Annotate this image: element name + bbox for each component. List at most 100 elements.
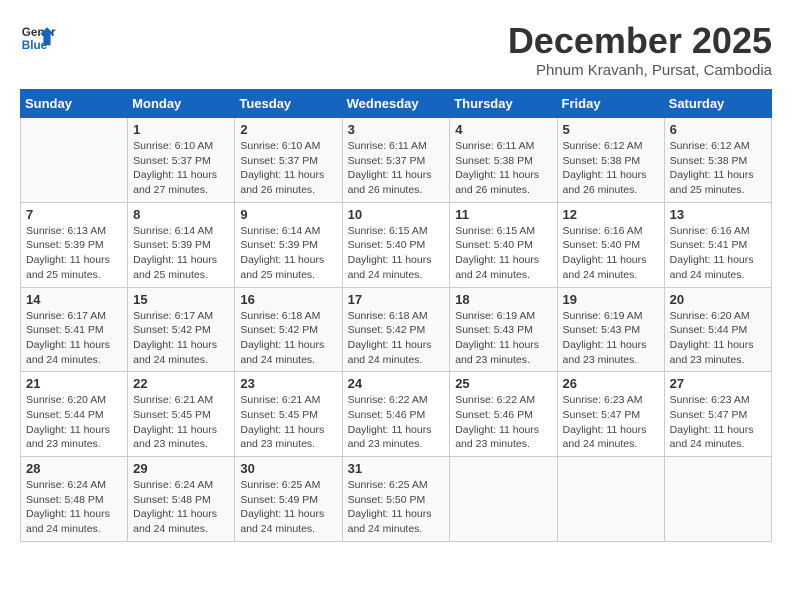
day-info: Sunrise: 6:12 AMSunset: 5:38 PMDaylight:… [670,139,766,198]
day-number: 8 [133,207,229,222]
day-info: Sunrise: 6:25 AMSunset: 5:49 PMDaylight:… [240,478,336,537]
day-number: 18 [455,292,551,307]
header-wednesday: Wednesday [342,90,450,118]
day-number: 19 [563,292,659,307]
day-number: 23 [240,376,336,391]
calendar-cell: 10 Sunrise: 6:15 AMSunset: 5:40 PMDayligh… [342,202,450,287]
day-number: 14 [26,292,122,307]
logo: General Blue [20,20,56,56]
calendar-cell: 25Sunrise: 6:22 AMSunset: 5:46 PMDayligh… [450,372,557,457]
calendar-cell [557,457,664,542]
calendar-week-row: 1 Sunrise: 6:10 AMSunset: 5:37 PMDaylight… [21,118,772,203]
day-info: Sunrise: 6:20 AMSunset: 5:44 PMDaylight:… [670,309,766,368]
calendar-cell: 26Sunrise: 6:23 AMSunset: 5:47 PMDayligh… [557,372,664,457]
day-number: 30 [240,461,336,476]
day-info: Sunrise: 6:11 AMSunset: 5:38 PMDaylight:… [455,139,551,198]
calendar-week-row: 7 Sunrise: 6:13 AMSunset: 5:39 PMDaylight… [21,202,772,287]
day-number: 2 [240,122,336,137]
day-info: Sunrise: 6:15 AMSunset: 5:40 PMDaylight:… [348,224,445,283]
day-info: Sunrise: 6:18 AMSunset: 5:42 PMDaylight:… [348,309,445,368]
day-info: Sunrise: 6:10 AMSunset: 5:37 PMDaylight:… [240,139,336,198]
day-number: 5 [563,122,659,137]
calendar-cell: 12Sunrise: 6:16 AMSunset: 5:40 PMDayligh… [557,202,664,287]
calendar-cell: 14 Sunrise: 6:17 AMSunset: 5:41 PMDayligh… [21,287,128,372]
day-info: Sunrise: 6:22 AMSunset: 5:46 PMDaylight:… [348,393,445,452]
day-number: 27 [670,376,766,391]
day-info: Sunrise: 6:19 AMSunset: 5:43 PMDaylight:… [563,309,659,368]
day-info: Sunrise: 6:10 AMSunset: 5:37 PMDaylight:… [133,139,229,198]
calendar-cell: 5 Sunrise: 6:12 AMSunset: 5:38 PMDaylight… [557,118,664,203]
day-info: Sunrise: 6:25 AMSunset: 5:50 PMDaylight:… [348,478,445,537]
header-tuesday: Tuesday [235,90,342,118]
day-info: Sunrise: 6:12 AMSunset: 5:38 PMDaylight:… [563,139,659,198]
day-info: Sunrise: 6:22 AMSunset: 5:46 PMDaylight:… [455,393,551,452]
day-info: Sunrise: 6:11 AMSunset: 5:37 PMDaylight:… [348,139,445,198]
location-subtitle: Phnum Kravanh, Pursat, Cambodia [508,62,772,79]
day-info: Sunrise: 6:18 AMSunset: 5:42 PMDaylight:… [240,309,336,368]
calendar-cell: 9 Sunrise: 6:14 AMSunset: 5:39 PMDaylight… [235,202,342,287]
calendar-cell [450,457,557,542]
day-info: Sunrise: 6:16 AMSunset: 5:40 PMDaylight:… [563,224,659,283]
day-info: Sunrise: 6:13 AMSunset: 5:39 PMDaylight:… [26,224,122,283]
day-number: 7 [26,207,122,222]
page-header: General Blue December 2025 Phnum Kravanh… [20,20,772,79]
calendar-cell: 21 Sunrise: 6:20 AMSunset: 5:44 PMDayligh… [21,372,128,457]
calendar-cell: 17 Sunrise: 6:18 AMSunset: 5:42 PMDayligh… [342,287,450,372]
calendar-cell: 8 Sunrise: 6:14 AMSunset: 5:39 PMDaylight… [128,202,235,287]
calendar-cell: 3 Sunrise: 6:11 AMSunset: 5:37 PMDaylight… [342,118,450,203]
calendar-week-row: 21 Sunrise: 6:20 AMSunset: 5:44 PMDayligh… [21,372,772,457]
header-monday: Monday [128,90,235,118]
calendar-cell: 7 Sunrise: 6:13 AMSunset: 5:39 PMDaylight… [21,202,128,287]
day-number: 28 [26,461,122,476]
day-number: 15 [133,292,229,307]
calendar-cell: 11Sunrise: 6:15 AMSunset: 5:40 PMDayligh… [450,202,557,287]
day-number: 16 [240,292,336,307]
calendar-cell: 22 Sunrise: 6:21 AMSunset: 5:45 PMDayligh… [128,372,235,457]
day-info: Sunrise: 6:14 AMSunset: 5:39 PMDaylight:… [133,224,229,283]
day-number: 17 [348,292,445,307]
calendar-cell: 13 Sunrise: 6:16 AMSunset: 5:41 PMDayligh… [664,202,771,287]
day-info: Sunrise: 6:17 AMSunset: 5:41 PMDaylight:… [26,309,122,368]
month-title: December 2025 [508,20,772,62]
day-number: 20 [670,292,766,307]
calendar-table: SundayMondayTuesdayWednesdayThursdayFrid… [20,89,772,542]
day-info: Sunrise: 6:17 AMSunset: 5:42 PMDaylight:… [133,309,229,368]
day-number: 4 [455,122,551,137]
day-number: 6 [670,122,766,137]
day-info: Sunrise: 6:23 AMSunset: 5:47 PMDaylight:… [670,393,766,452]
day-number: 1 [133,122,229,137]
logo-icon: General Blue [20,20,56,56]
calendar-cell: 16 Sunrise: 6:18 AMSunset: 5:42 PMDayligh… [235,287,342,372]
calendar-cell: 2 Sunrise: 6:10 AMSunset: 5:37 PMDaylight… [235,118,342,203]
calendar-week-row: 28 Sunrise: 6:24 AMSunset: 5:48 PMDayligh… [21,457,772,542]
day-number: 9 [240,207,336,222]
day-info: Sunrise: 6:21 AMSunset: 5:45 PMDaylight:… [133,393,229,452]
calendar-cell: 23Sunrise: 6:21 AMSunset: 5:45 PMDayligh… [235,372,342,457]
calendar-cell: 18Sunrise: 6:19 AMSunset: 5:43 PMDayligh… [450,287,557,372]
day-number: 24 [348,376,445,391]
day-info: Sunrise: 6:24 AMSunset: 5:48 PMDaylight:… [26,478,122,537]
header-friday: Friday [557,90,664,118]
day-number: 21 [26,376,122,391]
day-number: 3 [348,122,445,137]
day-info: Sunrise: 6:20 AMSunset: 5:44 PMDaylight:… [26,393,122,452]
day-number: 29 [133,461,229,476]
calendar-cell: 30 Sunrise: 6:25 AMSunset: 5:49 PMDayligh… [235,457,342,542]
calendar-cell: 15 Sunrise: 6:17 AMSunset: 5:42 PMDayligh… [128,287,235,372]
calendar-cell [664,457,771,542]
day-info: Sunrise: 6:24 AMSunset: 5:48 PMDaylight:… [133,478,229,537]
day-info: Sunrise: 6:16 AMSunset: 5:41 PMDaylight:… [670,224,766,283]
calendar-cell: 29 Sunrise: 6:24 AMSunset: 5:48 PMDayligh… [128,457,235,542]
calendar-cell: 28 Sunrise: 6:24 AMSunset: 5:48 PMDayligh… [21,457,128,542]
calendar-cell: 4 Sunrise: 6:11 AMSunset: 5:38 PMDaylight… [450,118,557,203]
day-number: 13 [670,207,766,222]
day-info: Sunrise: 6:14 AMSunset: 5:39 PMDaylight:… [240,224,336,283]
calendar-cell: 24 Sunrise: 6:22 AMSunset: 5:46 PMDayligh… [342,372,450,457]
day-number: 10 [348,207,445,222]
calendar-cell [21,118,128,203]
day-info: Sunrise: 6:15 AMSunset: 5:40 PMDaylight:… [455,224,551,283]
calendar-cell: 19 Sunrise: 6:19 AMSunset: 5:43 PMDayligh… [557,287,664,372]
calendar-cell: 27 Sunrise: 6:23 AMSunset: 5:47 PMDayligh… [664,372,771,457]
day-number: 22 [133,376,229,391]
calendar-cell: 31Sunrise: 6:25 AMSunset: 5:50 PMDayligh… [342,457,450,542]
